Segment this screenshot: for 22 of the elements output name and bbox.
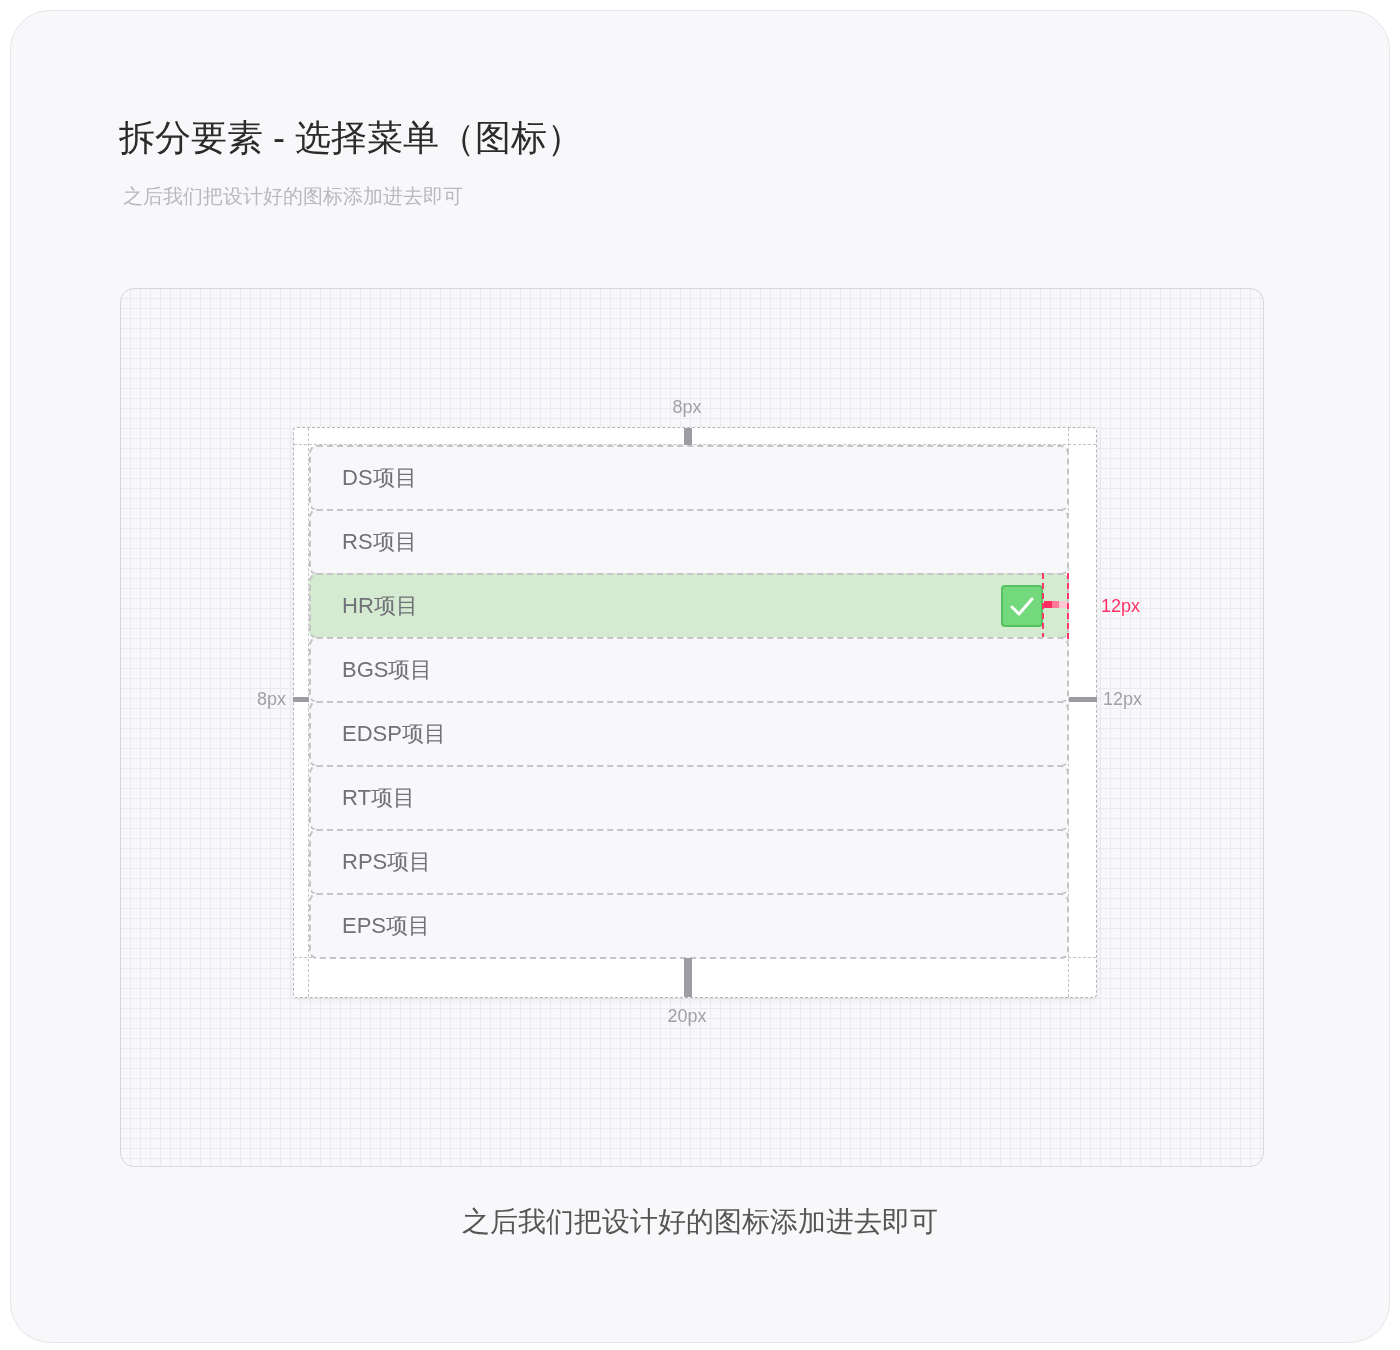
menu-item[interactable]: RT项目 — [309, 765, 1069, 831]
caption-text: 之后我们把设计好的图标添加进去即可 — [461, 1205, 939, 1239]
menu-item[interactable]: EPS项目 — [309, 893, 1069, 959]
spacing-label: 20px — [667, 1005, 707, 1027]
spacing-label: 8px — [672, 396, 702, 418]
spacing-indicator — [293, 697, 309, 702]
spacing-indicator — [1069, 697, 1097, 702]
spacing-indicator — [684, 428, 692, 445]
spacing-label: 12px — [1103, 688, 1143, 710]
menu-item[interactable]: RS项目 — [309, 509, 1069, 575]
page-title: 拆分要素 - 选择菜单（图标） — [119, 116, 583, 160]
spacing-indicator — [1042, 573, 1069, 639]
spacing-label: 8px — [256, 688, 286, 710]
menu-item[interactable]: DS项目 — [309, 445, 1069, 511]
spacing-label: 12px — [1101, 595, 1141, 617]
menu-item[interactable]: EDSP项目 — [309, 701, 1069, 767]
menu-item[interactable]: BGS项目 — [309, 637, 1069, 703]
menu-item[interactable]: HR项目 — [309, 573, 1069, 639]
page-subtitle: 之后我们把设计好的图标添加进去即可 — [123, 184, 463, 209]
check-icon — [1001, 585, 1043, 627]
menu-item[interactable]: RPS项目 — [309, 829, 1069, 895]
spacing-indicator — [684, 958, 692, 997]
